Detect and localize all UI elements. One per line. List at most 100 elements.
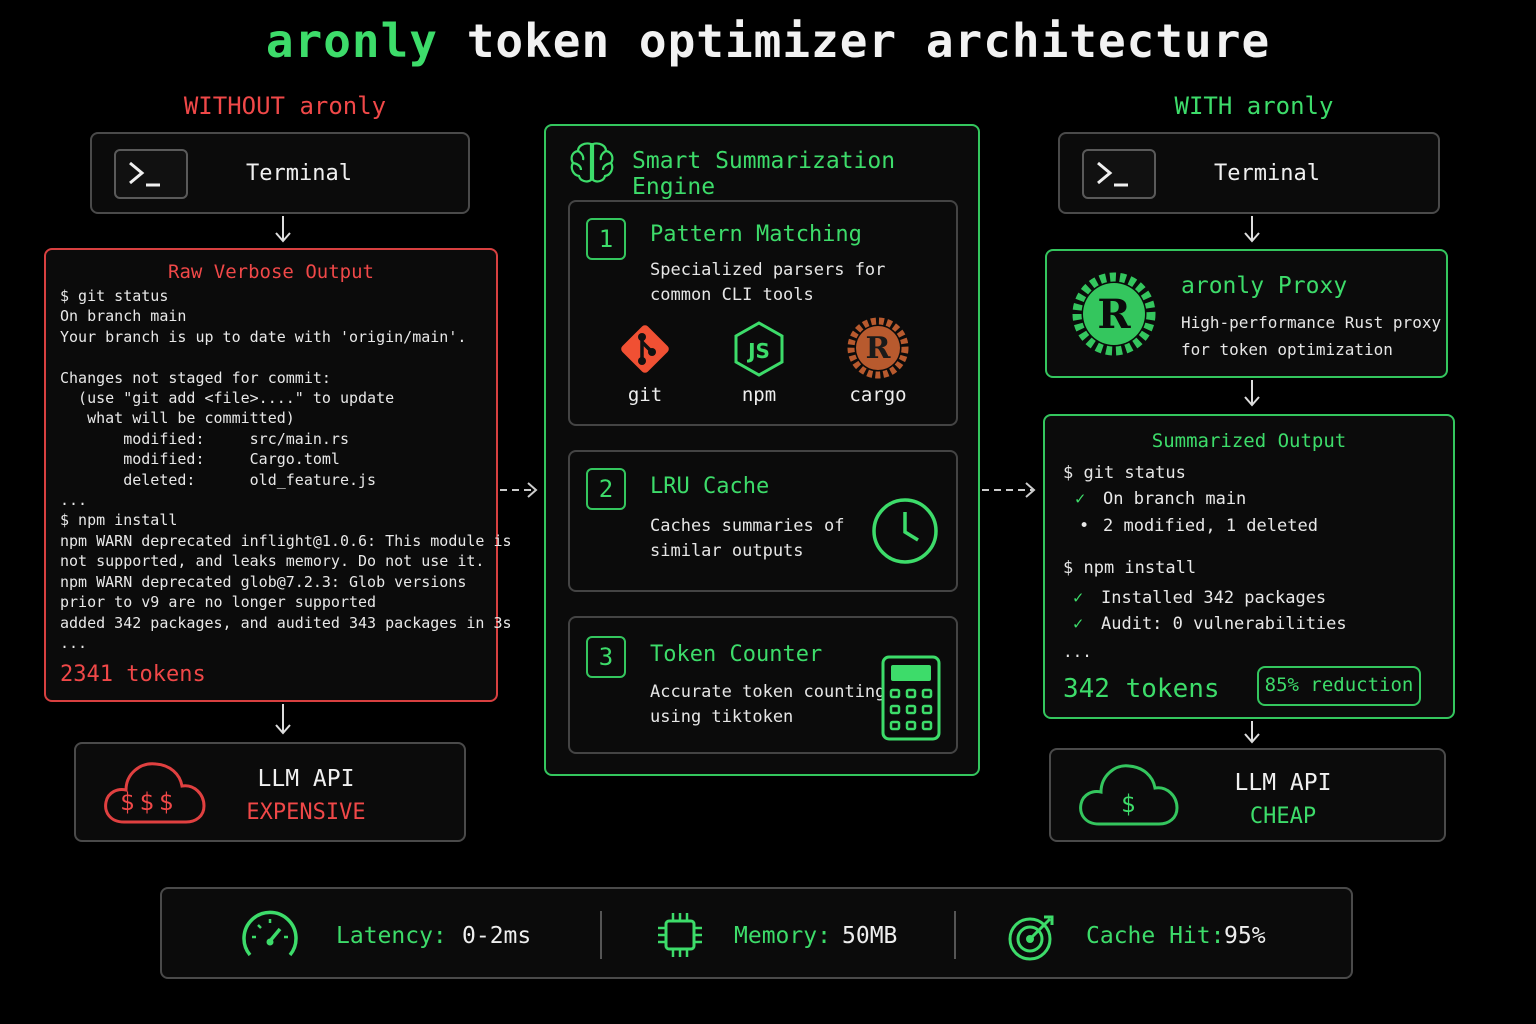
step-token-counter: 3 Token Counter Accurate token counting … [568,616,958,754]
engine-title: Smart Summarization Engine [632,148,896,200]
bullet-icon: • [1079,516,1090,536]
left-llm-api-box: $$$ LLM API EXPENSIVE [74,742,466,842]
left-terminal-box[interactable]: Terminal [90,132,470,214]
raw-output-box: Raw Verbose Output $ git status On branch… [44,248,512,702]
tool-label-cargo: cargo [849,384,907,406]
left-llm-api-label: LLM API [257,766,355,792]
cheap-label: CHEAP [1249,804,1317,829]
arrow-down-icon [275,216,291,243]
proxy-description: High-performance Rust proxy for token op… [1181,313,1442,359]
raw-output-line: deleted: old_feature.js [60,470,377,489]
raw-output-line: $ git status [60,287,169,305]
proxy-title: aronly Proxy [1181,273,1348,299]
step-description: Caches summaries of similar outputs [650,516,845,561]
with-heading: WITH aronly [1174,92,1334,120]
svg-text:R: R [866,331,892,366]
cloud-dollar-text: $ [1121,790,1136,818]
step-description: Specialized parsers for common CLI tools [650,260,886,305]
calculator-icon [881,655,941,741]
stats-bar: Latency: 0-2ms Memory: 50MB Cache Hit: 9… [160,887,1353,979]
check-icon: ✓ [1073,614,1084,634]
raw-output-line: prior to v9 are no longer supported [60,593,377,612]
raw-output-line: ... [60,491,88,510]
step-number: 2 [586,468,626,510]
raw-output-line: npm WARN deprecated inflight@1.0.6: This… [60,531,512,550]
chip-icon [658,913,702,957]
raw-output-line: $ npm install [60,511,178,530]
memory-label: Memory: [734,923,831,949]
summary-line: Installed 342 packages [1101,588,1327,608]
rust-gear-icon: R [1072,272,1156,356]
arrow-down-icon [275,704,291,735]
title-brand: aronly [265,14,438,68]
reduction-badge: 85% reduction [1257,666,1421,706]
git-logo-icon [621,325,669,373]
step-number: 1 [586,218,626,260]
clock-icon [872,498,938,564]
brain-icon [570,142,614,183]
step-title: LRU Cache [650,474,770,499]
latency-value: 0-2ms [462,923,532,949]
step-lru-cache: 2 LRU Cache Caches summaries of similar … [568,450,958,592]
rust-cargo-logo-icon: R [847,317,909,379]
summarized-title: Summarized Output [1151,430,1347,452]
latency-label: Latency: [336,923,447,949]
page-title: aronly token optimizer architecture [0,14,1536,68]
svg-text:R: R [1097,291,1131,338]
cache-hit-label: Cache Hit: [1086,923,1225,949]
raw-output-line [60,347,512,367]
left-terminal-label: Terminal [246,161,352,186]
svg-text:JS: JS [746,339,770,363]
check-icon: ✓ [1073,588,1084,608]
raw-output-line: modified: src/main.rs [60,429,349,448]
raw-output-title: Raw Verbose Output [168,261,374,283]
raw-output-line: (use "git add <file>...." to update [60,389,395,408]
cache-hit-value: 95% [1224,923,1266,949]
dashed-arrow-icon [982,482,1036,498]
arrow-down-icon [1244,721,1260,744]
summary-command: $ npm install [1063,558,1197,578]
summary-command: $ git status [1063,463,1186,483]
raw-output-line: On branch main [60,307,187,326]
raw-output-line: modified: Cargo.toml [60,450,340,469]
arrow-down-icon [1244,216,1260,243]
proxy-box: R aronly Proxy High-performance Rust pro… [1045,249,1448,378]
raw-output-line: Changes not staged for commit: [60,368,331,387]
right-llm-api-label: LLM API [1234,770,1332,796]
cloud-dollar-text: $$$ [120,788,179,816]
tool-label-npm: npm [741,384,777,406]
check-icon: ✓ [1075,489,1086,509]
nodejs-logo-icon: JS [734,321,784,377]
step-pattern-matching: 1 Pattern Matching Specialized parsers f… [568,200,958,426]
step-description: Accurate token counting using tiktoken [650,682,886,727]
raw-output-line: Your branch is up to date with 'origin/m… [60,327,467,346]
step-title: Pattern Matching [650,222,862,247]
step-title: Token Counter [650,642,823,667]
raw-output-line: npm WARN deprecated glob@7.2.3: Glob ver… [60,572,467,591]
summarization-engine-box: Smart Summarization Engine 1 Pattern Mat… [544,124,980,776]
raw-token-count: 2341 tokens [60,662,206,687]
arrow-down-icon [1244,380,1260,407]
right-terminal-label: Terminal [1214,161,1320,186]
summary-line: 2 modified, 1 deleted [1103,516,1318,536]
raw-output-line: added 342 packages, and audited 343 pack… [60,613,512,632]
summary-ellipsis: ... [1063,642,1092,661]
raw-output-text: $ git status On branch main Your branch is… [60,286,512,653]
raw-output-line: what will be committed) [60,409,295,428]
stats-divider [600,911,602,959]
memory-value: 50MB [842,923,898,949]
expensive-label: EXPENSIVE [246,800,366,825]
summary-token-count: 342 tokens [1063,674,1220,704]
tool-label-git: git [627,384,663,406]
raw-output-line: not supported, and leaks memory. Do not … [60,552,485,571]
terminal-prompt-icon [1082,149,1156,199]
right-terminal-box[interactable]: Terminal [1058,132,1440,214]
summary-line: On branch main [1103,489,1247,509]
title-rest: token optimizer architecture [466,14,1271,68]
speedometer-icon [242,910,298,957]
without-heading: WITHOUT aronly [183,92,387,120]
terminal-prompt-icon [114,149,188,199]
dashed-arrow-icon [500,482,538,498]
step-number: 3 [586,636,626,678]
summarized-output-box: Summarized Output $ git status ✓ On bran… [1043,414,1455,719]
